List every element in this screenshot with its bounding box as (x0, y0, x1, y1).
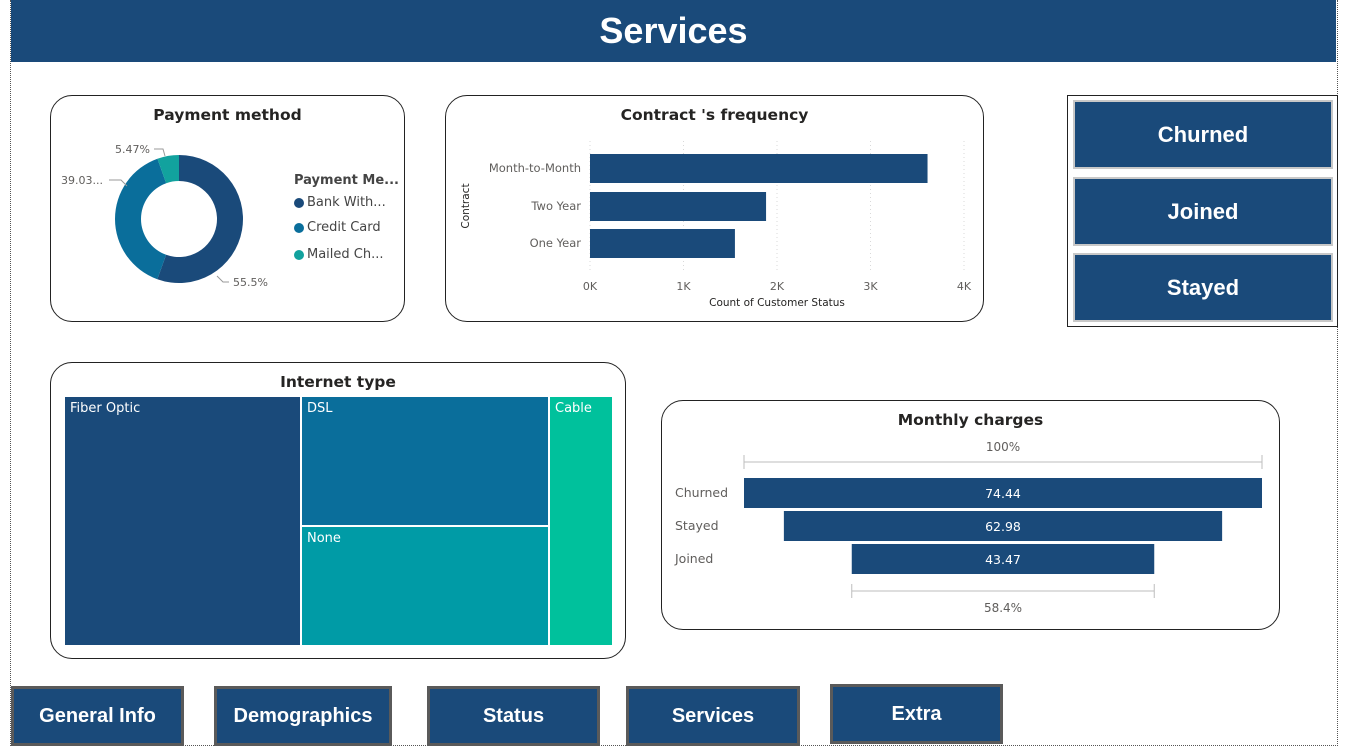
legend-dot-icon (294, 249, 304, 260)
contract-bar-chart: 0K 1K 2K 3K 4K Month-to-Month Two Year One Year… (460, 141, 972, 309)
nav-demographics-button[interactable]: Demographics (214, 686, 392, 746)
funnel-top-percent: 100% (986, 440, 1020, 454)
treemap-cell-none[interactable]: None (301, 526, 549, 646)
treemap-cell-cable[interactable]: Cable (549, 396, 613, 646)
y-tick-label: Month-to-Month (489, 161, 581, 175)
payment-legend-item-bank[interactable]: Bank With... (294, 195, 386, 210)
internet-type-card: Internet type Fiber Optic DSL None Cable (50, 362, 626, 659)
legend-dot-icon (294, 197, 304, 208)
funnel-value-label: 62.98 (985, 519, 1021, 534)
x-tick-label: 1K (676, 280, 691, 293)
legend-label: Credit Card (307, 220, 381, 235)
contract-bar[interactable] (590, 192, 767, 221)
leader-line (216, 275, 229, 283)
internet-type-title: Internet type (280, 373, 396, 391)
funnel-category-label: Stayed (675, 518, 719, 533)
treemap-cell-dsl[interactable]: DSL (301, 396, 549, 526)
y-tick-label: Two Year (530, 199, 581, 213)
payment-legend-title: Payment Me... (294, 173, 399, 188)
x-tick-label: 4K (957, 280, 972, 293)
joined-button[interactable]: Joined (1073, 177, 1333, 246)
funnel-category-label: Joined (674, 551, 713, 566)
contract-bar[interactable] (590, 229, 735, 258)
x-axis-label: Count of Customer Status (709, 297, 845, 309)
contract-bar[interactable] (590, 154, 928, 183)
legend-label: Mailed Ch... (307, 247, 384, 262)
x-tick-label: 2K (770, 280, 785, 293)
page-title: Services (11, 0, 1336, 62)
x-tick-label: 3K (863, 280, 878, 293)
y-tick-label: One Year (530, 236, 582, 250)
x-tick-label: 0K (583, 280, 598, 293)
payment-method-card: Payment method 55.5% 39.03... 5.47% Paymen… (50, 95, 405, 322)
payment-legend-item-mailed[interactable]: Mailed Ch... (294, 247, 384, 262)
nav-extra-button[interactable]: Extra (830, 684, 1003, 744)
donut-data-label: 55.5% (233, 276, 268, 289)
monthly-funnel-chart: 100% 74.44 Churned 62.98 Stayed 43.47 Joined 58… (674, 440, 1263, 615)
treemap-cell-fiber-optic[interactable]: Fiber Optic (64, 396, 301, 646)
stayed-button[interactable]: Stayed (1073, 253, 1333, 322)
legend-label: Bank With... (307, 195, 386, 210)
contract-frequency-card: Contract 's frequency 0K 1K 2K 3K 4K Month-to… (445, 95, 984, 322)
churned-button[interactable]: Churned (1073, 100, 1333, 169)
legend-dot-icon (294, 222, 304, 233)
funnel-bottom-percent: 58.4% (984, 601, 1022, 615)
y-axis-label: Contract (460, 183, 472, 228)
donut-data-label: 5.47% (115, 143, 150, 156)
nav-services-button[interactable]: Services (626, 686, 800, 746)
funnel-category-label: Churned (675, 485, 728, 500)
nav-general-info-button[interactable]: General Info (11, 686, 184, 746)
funnel-value-label: 43.47 (985, 552, 1021, 567)
donut-slice[interactable] (115, 158, 167, 280)
nav-status-button[interactable]: Status (427, 686, 600, 746)
payment-legend-item-credit[interactable]: Credit Card (294, 220, 381, 235)
funnel-value-label: 74.44 (985, 486, 1021, 501)
leader-line (154, 148, 166, 157)
monthly-charges-card: Monthly charges 100% 74.44 Churned 62.98 Sta… (661, 400, 1280, 630)
donut-data-label: 39.03... (61, 174, 103, 187)
leader-line (109, 179, 128, 187)
